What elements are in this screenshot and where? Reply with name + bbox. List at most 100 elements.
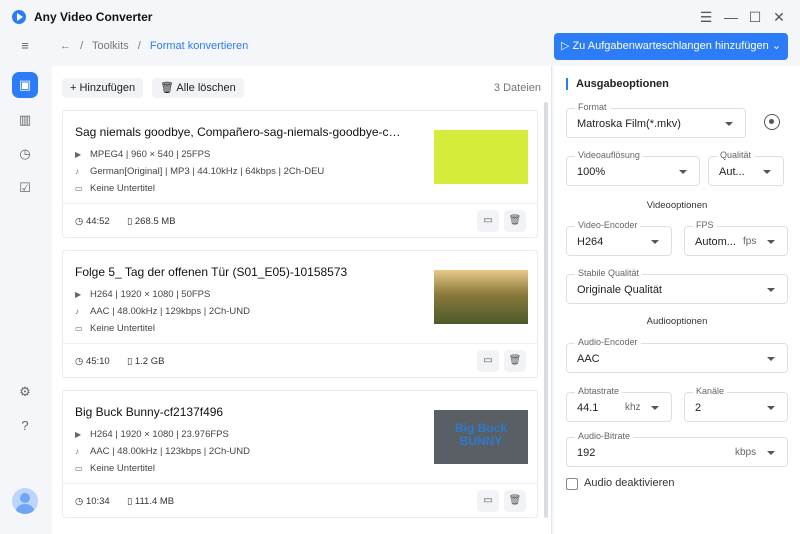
delete-icon[interactable]: 🗑 [504, 350, 526, 372]
file-title: Folge 5_ Tag der offenen Tür (S01_E05)-1… [75, 265, 348, 279]
breadcrumb-current: Format konvertieren [149, 40, 249, 52]
video-icon: ▶ [75, 430, 82, 439]
back-arrow-icon[interactable]: ← [60, 40, 71, 52]
sidebar: ≡ ▣ ▥ ◷ ☑ ⚙ ? [0, 34, 50, 534]
breadcrumb-sep: / [137, 40, 141, 52]
file-card[interactable]: Big Buck Bunny-cf2137f496 ▶ H264 | 1920 ×… [62, 390, 538, 518]
audio-options-heading: Audiooptionen [646, 316, 708, 327]
sidebar-collapse-icon[interactable]: ≡ [13, 34, 37, 58]
title-bar: Any Video Converter ☰ — ☐ ✕ [0, 0, 800, 34]
chevron-down-icon [651, 240, 659, 244]
chevron-down-icon [763, 170, 771, 174]
chevron-down-icon [651, 406, 659, 410]
disable-audio-label: Audio deaktivieren [584, 477, 675, 489]
fps-select[interactable]: FPS Autom... fps [684, 220, 788, 256]
subtitle-info: ▭ Keine Untertitel [75, 183, 155, 194]
breadcrumb-root[interactable]: Toolkits [92, 40, 129, 52]
format-select[interactable]: Format Matroska Film(*.mkv) [566, 102, 746, 138]
video-info: ▶ H264 | 1920 × 1080 | 23.976FPS [75, 429, 229, 440]
help-icon[interactable]: ? [13, 414, 37, 438]
add-to-queue-button[interactable]: ▷ Zu Aufgabenwarteschlangen hinzufügen ⌄ [554, 33, 788, 60]
clear-all-button[interactable]: 🗑 Alle löschen [152, 78, 244, 98]
chevron-down-icon [767, 288, 775, 292]
audio-bitrate-select[interactable]: Audio-Bitrate 192 kbps [566, 431, 788, 467]
card-footer: ◷ 44:52 ▯ 268.5 MB ▭ 🗑 [63, 203, 537, 238]
maximize-icon[interactable]: ☐ [746, 8, 764, 26]
sidebar-item-history-icon[interactable]: ◷ [13, 142, 37, 166]
app-logo-icon [12, 10, 26, 24]
audio-info: ♪ German[Original] | MP3 | 44.10kHz | 64k… [75, 166, 325, 177]
quality-select[interactable]: Qualität Aut... [708, 150, 784, 186]
file-size: ▯ 1.2 GB [127, 356, 165, 367]
video-icon: ▶ [75, 150, 82, 159]
minimize-icon[interactable]: — [722, 8, 740, 26]
chevron-down-icon [679, 170, 687, 174]
chevron-down-icon [767, 240, 775, 244]
sidebar-item-toolkit-icon[interactable]: ▣ [12, 72, 38, 98]
file-count: 3 Dateien [493, 82, 541, 94]
file-card[interactable]: Folge 5_ Tag der offenen Tür (S01_E05)-1… [62, 250, 538, 378]
audio-info: ♪ AAC | 48.00kHz | 129kbps | 2Ch-UND [75, 306, 250, 317]
trash-icon: 🗑 [160, 82, 177, 94]
audio-icon: ♪ [75, 307, 79, 316]
menu-icon[interactable]: ☰ [697, 8, 715, 26]
chevron-down-icon: ⌄ [768, 40, 782, 52]
sample-rate-select[interactable]: Abtastrate 44.1 khz [566, 386, 672, 422]
audio-icon: ♪ [75, 167, 79, 176]
output-options-title: Ausgabeoptionen [566, 78, 669, 90]
settings-target-icon[interactable] [764, 114, 780, 130]
file-title: Sag niemals goodbye, Compañero-sag-niema… [75, 125, 405, 139]
file-list-panel: + Hinzufügen 🗑 Alle löschen 3 Dateien Sa… [52, 66, 552, 534]
output-options-panel: Ausgabeoptionen Format Matroska Film(*.m… [554, 66, 800, 534]
folder-icon[interactable]: ▭ [477, 490, 499, 512]
file-icon: ▯ [127, 216, 135, 227]
clock-icon: ◷ [75, 356, 86, 367]
sidebar-item-tasks-icon[interactable]: ☑ [13, 176, 37, 200]
video-info: ▶ H264 | 1920 × 1080 | 50FPS [75, 289, 211, 300]
delete-icon[interactable]: 🗑 [504, 210, 526, 232]
breadcrumb: ← / Toolkits / Format konvertieren [60, 40, 254, 54]
add-button[interactable]: + Hinzufügen [62, 78, 144, 98]
subtitle-icon: ▭ [75, 464, 83, 473]
stable-quality-select[interactable]: Stabile Qualität Originale Qualität [566, 268, 788, 304]
video-thumbnail [434, 130, 528, 184]
folder-icon[interactable]: ▭ [477, 210, 499, 232]
chevron-down-icon [767, 357, 775, 361]
scrollbar[interactable] [544, 102, 548, 518]
video-options-heading: Videooptionen [646, 200, 708, 211]
delete-icon[interactable]: 🗑 [504, 490, 526, 512]
play-icon: ▷ [560, 40, 573, 52]
subtitle-info: ▭ Keine Untertitel [75, 323, 155, 334]
file-icon: ▯ [127, 356, 135, 367]
subtitle-icon: ▭ [75, 324, 83, 333]
resolution-select[interactable]: Videoauflösung 100% [566, 150, 700, 186]
subtitle-icon: ▭ [75, 184, 83, 193]
file-title: Big Buck Bunny-cf2137f496 [75, 405, 224, 419]
video-info: ▶ MPEG4 | 960 × 540 | 25FPS [75, 149, 211, 160]
audio-encoder-select[interactable]: Audio-Encoder AAC [566, 337, 788, 373]
duration: ◷ 10:34 [75, 496, 110, 507]
video-icon: ▶ [75, 290, 82, 299]
video-thumbnail [434, 270, 528, 324]
disable-audio-checkbox[interactable] [566, 478, 578, 490]
audio-info: ♪ AAC | 48.00kHz | 123kbps | 2Ch-UND [75, 446, 250, 457]
close-icon[interactable]: ✕ [770, 8, 788, 26]
chevron-down-icon [725, 122, 733, 126]
chevron-down-icon [767, 406, 775, 410]
sidebar-item-library-icon[interactable]: ▥ [13, 108, 37, 132]
card-footer: ◷ 45:10 ▯ 1.2 GB ▭ 🗑 [63, 343, 537, 378]
duration: ◷ 45:10 [75, 356, 110, 367]
settings-icon[interactable]: ⚙ [13, 380, 37, 404]
folder-icon[interactable]: ▭ [477, 350, 499, 372]
thumbnail-logo-text: Big Buck BUNNY [454, 421, 507, 448]
app-title: Any Video Converter [34, 10, 153, 24]
video-encoder-select[interactable]: Video-Encoder H264 [566, 220, 672, 256]
subtitle-info: ▭ Keine Untertitel [75, 463, 155, 474]
channels-select[interactable]: Kanäle 2 [684, 386, 788, 422]
card-footer: ◷ 10:34 ▯ 111.4 MB ▭ 🗑 [63, 483, 537, 518]
file-icon: ▯ [127, 496, 135, 507]
file-card[interactable]: Sag niemals goodbye, Compañero-sag-niema… [62, 110, 538, 238]
chevron-down-icon [767, 451, 775, 455]
audio-icon: ♪ [75, 447, 79, 456]
avatar[interactable] [12, 488, 38, 514]
